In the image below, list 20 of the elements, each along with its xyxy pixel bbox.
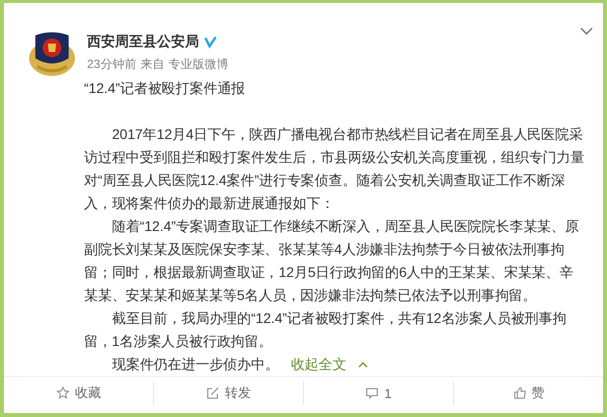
post-paragraph: 截至目前，我局办理的“12.4”记者被殴打案件，共有12名涉案人员被刑事拘留，1名涉案人员被行政拘留。	[84, 309, 568, 351]
thumbs-up-icon	[512, 386, 526, 400]
like-button[interactable]: 赞	[453, 381, 603, 405]
post-paragraph: 2017年12月4日下午，陕西广播电视台都市热线栏目记者在周至县人民医院采访过程中受到阻拦和殴打案件发生后，市县两级公安机关高度重视，组织专门力量对“周至县人民医院12.4案件”进行专案侦查。随着公安机关调查取证工作不断深入，现将案件侦办的最新进展通报如下：	[84, 125, 586, 213]
favorite-button[interactable]: 收藏	[4, 381, 153, 405]
collapse-link[interactable]: 收起全文	[290, 353, 346, 376]
edit-icon	[206, 386, 220, 400]
comment-icon	[365, 386, 380, 400]
star-icon	[56, 386, 70, 400]
comment-button[interactable]: 1	[303, 381, 453, 405]
caret-up-icon[interactable]	[358, 362, 368, 368]
post-paragraph: 现案件仍在进一步侦办中。	[112, 355, 279, 374]
post-source[interactable]: 专业版微博	[168, 56, 228, 73]
post-title: “12.4”记者被殴打案件通报	[84, 79, 246, 98]
author-name[interactable]: 西安周至县公安局	[87, 33, 199, 51]
post-paragraph: 随着“12.4”专案调查取证工作继续不断深入，周至县人民医院院长李某某、原副院长刘某某及医院保安李某、张某某等4人涉嫌非法拘禁于今日被依法刑事拘留；同时，根据最新调查取证，12月5日行政拘留的6人中的王某某、宋某某、辛某某、安某某和姬某某等5名人员，因涉嫌非法拘禁已依法予以刑事拘留。	[84, 217, 580, 305]
source-prefix: 来自	[140, 56, 164, 73]
chevron-down-icon[interactable]	[580, 27, 593, 35]
post-time[interactable]: 23分钟前	[87, 56, 136, 73]
repost-button[interactable]: 转发	[153, 381, 303, 405]
